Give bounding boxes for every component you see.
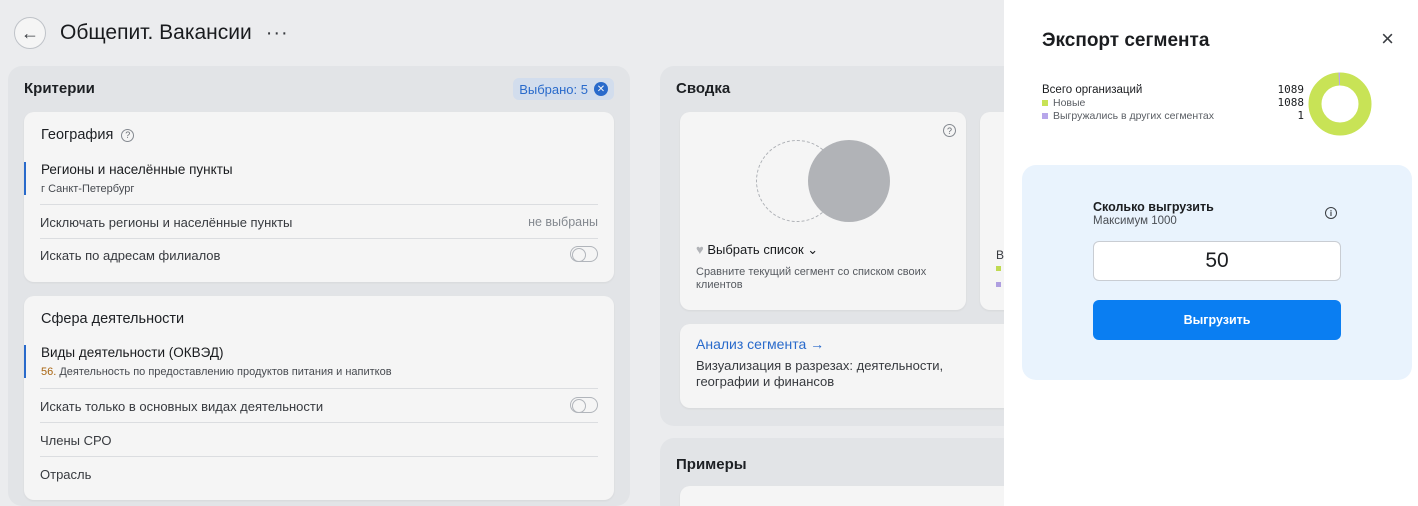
quantity-input[interactable]: [1093, 241, 1341, 281]
other-swatch: [1042, 112, 1048, 119]
stat-other-label: Выгружались в других сегментах: [1053, 109, 1214, 122]
donut-segment-new: [1308, 72, 1372, 136]
quantity-max: Максимум 1000: [1093, 215, 1177, 227]
stat-new-value: 1088: [1277, 96, 1305, 109]
stat-total-value: 1089: [1277, 83, 1305, 96]
stat-other-value: 1: [1297, 109, 1304, 122]
stat-other: Выгружались в других сегментах 1: [1042, 109, 1304, 122]
export-stats: Всего организаций 1089 Новые 1088 Выгруж…: [1042, 83, 1304, 122]
stat-new: Новые 1088: [1042, 96, 1304, 109]
modal-backdrop[interactable]: [0, 0, 1004, 506]
stat-new-label: Новые: [1053, 96, 1086, 109]
stat-total: Всего организаций 1089: [1042, 83, 1304, 96]
organizations-donut-chart: [1308, 72, 1372, 136]
export-button[interactable]: Выгрузить: [1093, 300, 1341, 340]
export-drawer: Экспорт сегмента × Всего организаций 108…: [1004, 0, 1418, 506]
export-form: Сколько выгрузить Максимум 1000 i Выгруз…: [1022, 165, 1412, 380]
stat-total-label: Всего организаций: [1042, 83, 1143, 96]
export-title: Экспорт сегмента: [1042, 30, 1210, 51]
quantity-label: Сколько выгрузить: [1093, 200, 1214, 214]
new-swatch: [1042, 99, 1048, 106]
close-icon[interactable]: ×: [1381, 28, 1394, 50]
info-icon[interactable]: i: [1325, 207, 1337, 219]
